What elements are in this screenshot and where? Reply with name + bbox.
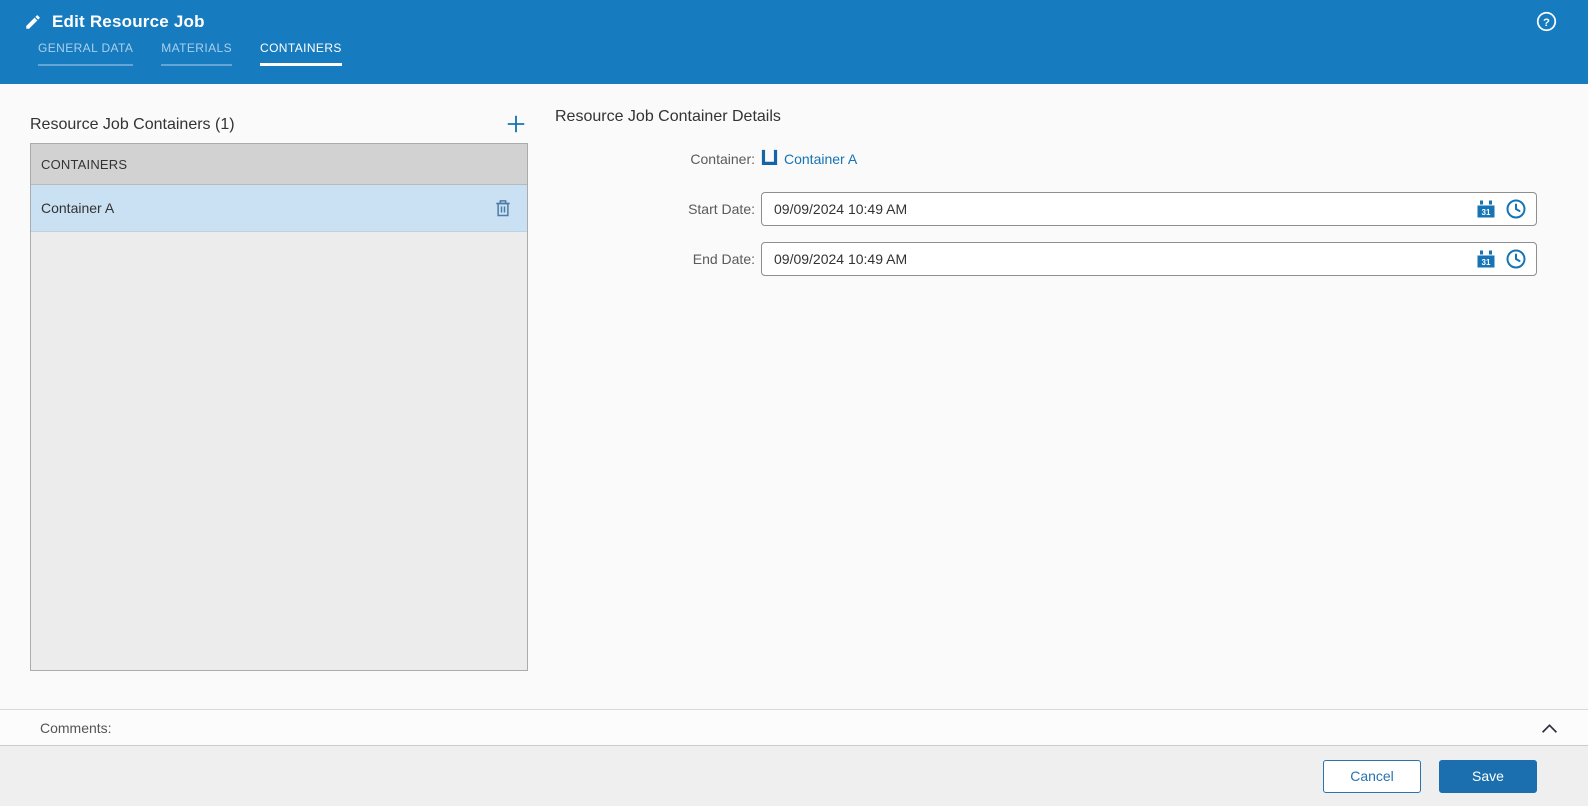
collapse-comments-button[interactable] <box>1541 722 1558 734</box>
cancel-button[interactable]: Cancel <box>1323 759 1421 793</box>
svg-text:?: ? <box>1543 17 1550 29</box>
add-container-button[interactable] <box>504 113 528 137</box>
save-button[interactable]: Save <box>1439 759 1537 793</box>
container-item-label: Container A <box>41 200 115 216</box>
calendar-icon[interactable]: 31 <box>1477 200 1495 218</box>
dialog-title: Edit Resource Job <box>52 12 205 31</box>
end-date-input[interactable] <box>761 242 1537 276</box>
start-date-label: Start Date: <box>688 201 755 217</box>
container-link[interactable]: Container A <box>784 151 857 167</box>
containers-list-header: CONTAINERS <box>31 144 527 185</box>
container-row: Container: Container A <box>555 142 1537 176</box>
container-label: Container: <box>690 151 755 167</box>
svg-text:31: 31 <box>1482 208 1491 217</box>
details-title: Resource Job Container Details <box>555 108 781 125</box>
tab-general-data[interactable]: GENERAL DATA <box>38 41 134 66</box>
title-row: Edit Resource Job <box>0 0 1588 32</box>
list-item-container-a[interactable]: Container A <box>31 185 527 232</box>
containers-list: CONTAINERS Container A <box>30 143 528 671</box>
edit-resource-job-dialog: Edit Resource Job ? GENERAL DATA MATERIA… <box>0 0 1588 806</box>
comments-section: Comments: <box>0 709 1588 746</box>
calendar-icon[interactable]: 31 <box>1477 250 1495 268</box>
container-details-panel: Resource Job Container Details Container… <box>555 108 1537 709</box>
containers-panel-header: Resource Job Containers (1) <box>30 108 528 142</box>
help-icon[interactable]: ? <box>1536 11 1557 32</box>
container-icon <box>761 147 778 172</box>
start-date-input[interactable] <box>761 192 1537 226</box>
clock-icon[interactable] <box>1506 249 1526 269</box>
svg-text:31: 31 <box>1482 258 1491 267</box>
tab-materials[interactable]: MATERIALS <box>161 41 232 66</box>
trash-icon <box>494 200 512 221</box>
dialog-header: Edit Resource Job ? GENERAL DATA MATERIA… <box>0 0 1588 84</box>
start-date-row: Start Date: 31 <box>555 192 1537 226</box>
dialog-footer: Cancel Save <box>0 746 1588 806</box>
containers-panel-title: Resource Job Containers (1) <box>30 116 235 133</box>
end-date-row: End Date: 31 <box>555 242 1537 276</box>
chevron-up-icon <box>1541 722 1558 737</box>
containers-panel: Resource Job Containers (1) CONTAINERS C… <box>30 108 528 709</box>
main-content: Resource Job Containers (1) CONTAINERS C… <box>0 84 1588 709</box>
comments-label: Comments: <box>40 719 112 736</box>
plus-icon <box>505 115 527 138</box>
clock-icon[interactable] <box>1506 199 1526 219</box>
tab-bar: GENERAL DATA MATERIALS CONTAINERS <box>0 41 1588 66</box>
tab-containers[interactable]: CONTAINERS <box>260 41 342 66</box>
delete-container-button[interactable] <box>494 198 512 218</box>
end-date-label: End Date: <box>692 251 755 267</box>
pencil-icon <box>24 13 42 31</box>
